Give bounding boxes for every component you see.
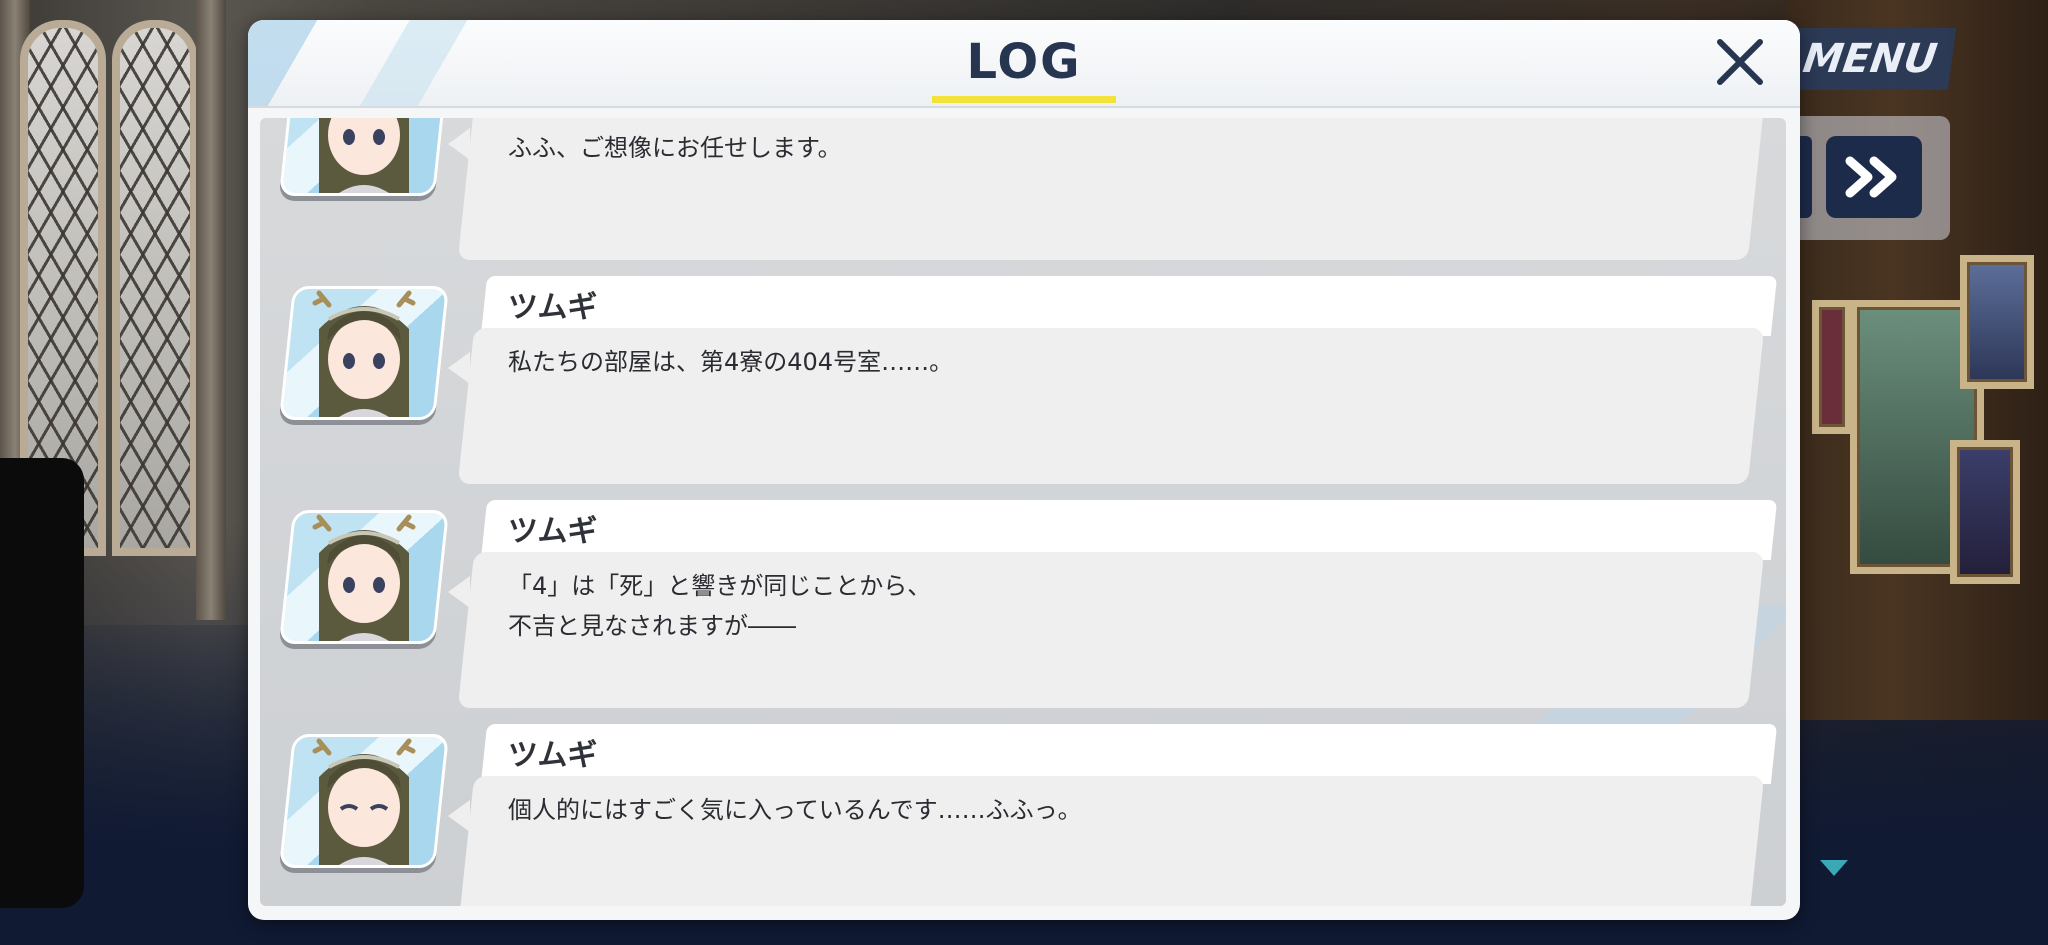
name-plate xyxy=(480,724,1778,784)
name-plate xyxy=(480,500,1778,560)
dialogue-line: ふふ、ご想像にお任せします。 xyxy=(508,134,842,162)
painting xyxy=(1960,255,2034,389)
bubble-pointer xyxy=(448,576,470,608)
fast-forward-icon xyxy=(1845,156,1897,198)
character-portrait xyxy=(278,510,450,644)
painting xyxy=(1812,300,1852,434)
name-plate xyxy=(480,276,1778,336)
title-underline xyxy=(932,96,1116,103)
speaker-name: ツムギ xyxy=(508,290,598,325)
log-entry: ツムギ 「4」は「死」と響きが同じことから、 不吉と見なされますが―― xyxy=(260,500,1786,712)
dialogue-line: 「4」は「死」と響きが同じことから、 xyxy=(508,572,932,600)
dialogue-line: 私たちの部屋は、第4寮の404号室……。 xyxy=(508,348,954,376)
painting xyxy=(1950,440,2020,584)
dialogue-line: 不吉と見なされますが―― xyxy=(508,612,796,640)
close-icon xyxy=(1717,39,1763,85)
log-entry: ツムギ 私たちの部屋は、第4寮の404号室……。 xyxy=(260,276,1786,488)
speaker-name: ツムギ xyxy=(508,738,598,773)
skip-button[interactable] xyxy=(1826,136,1922,218)
speaker-name: ツムギ xyxy=(508,514,598,549)
log-header: LOG xyxy=(248,20,1800,108)
pillar xyxy=(196,0,226,620)
menu-button[interactable]: MENU xyxy=(1783,28,1957,90)
character-portrait xyxy=(278,286,450,420)
log-scroll-area[interactable]: ふふ、ご想像にお任せします。 ツムギ 私たちの部屋は、第4寮の404号室……。 … xyxy=(260,118,1786,906)
log-entry: ツムギ 個人的にはすごく気に入っているんです……ふふっ。 xyxy=(260,724,1786,906)
dialogue-line: 個人的にはすごく気に入っているんです……ふふっ。 xyxy=(508,796,1082,824)
log-dialog: LOG ふふ、ご想像にお任せします。 ツムギ 私たちの部屋は、第4寮の404号室… xyxy=(248,20,1800,920)
arched-window xyxy=(112,20,198,556)
side-panel xyxy=(0,458,84,908)
bubble-pointer xyxy=(448,128,470,160)
log-title: LOG xyxy=(966,34,1082,90)
close-button[interactable] xyxy=(1710,32,1770,92)
log-entry: ふふ、ご想像にお任せします。 xyxy=(260,118,1786,264)
bubble-pointer xyxy=(448,352,470,384)
character-portrait xyxy=(278,118,450,196)
down-triangle-icon xyxy=(1820,860,1848,876)
character-portrait xyxy=(278,734,450,868)
menu-button-label: MENU xyxy=(1800,36,1940,82)
bubble-pointer xyxy=(448,800,470,832)
